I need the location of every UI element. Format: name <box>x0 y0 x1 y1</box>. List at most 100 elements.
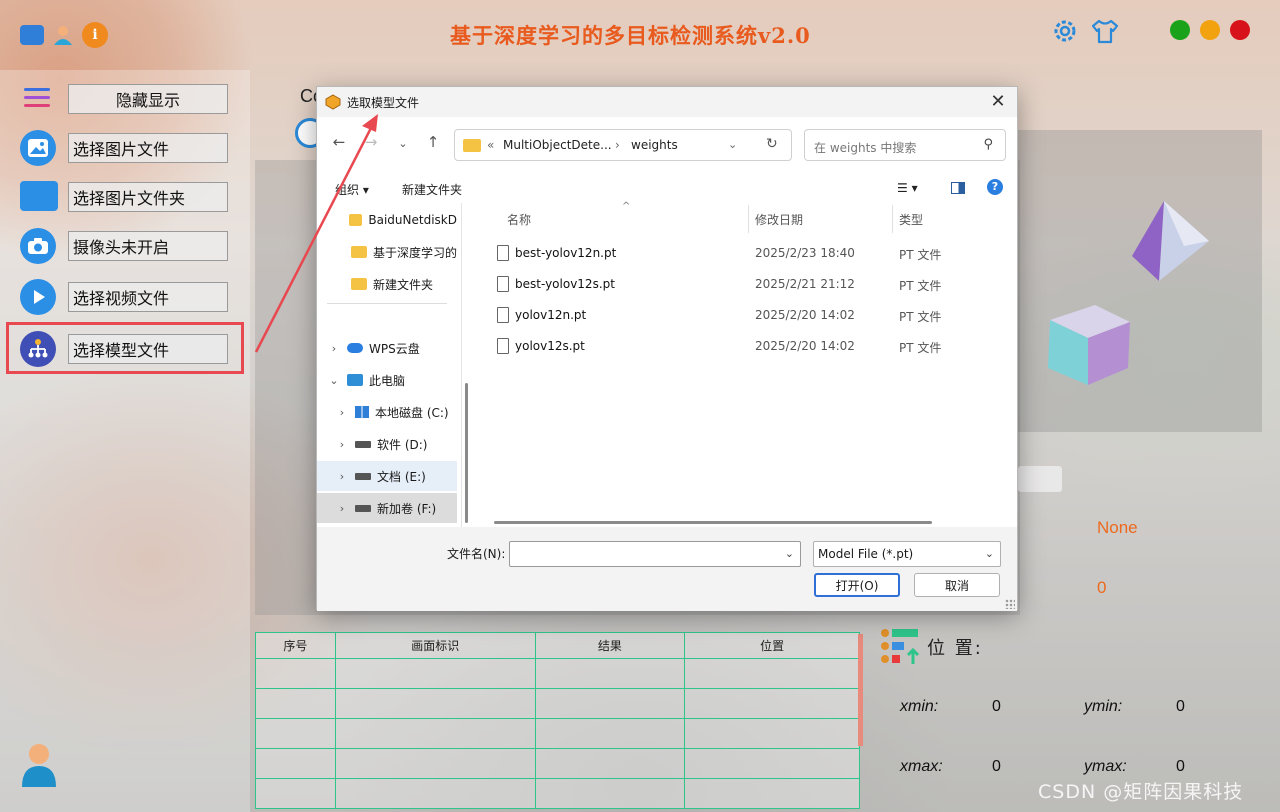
play-icon[interactable] <box>20 279 56 315</box>
chevron-right-icon[interactable]: › <box>335 502 349 515</box>
table-scrollbar[interactable] <box>858 634 863 746</box>
table-row[interactable] <box>255 718 860 749</box>
new-folder-button[interactable]: 新建文件夹 <box>402 181 462 198</box>
cancel-button[interactable]: 取消 <box>914 573 1000 597</box>
chevron-down-icon[interactable]: ⌄ <box>785 547 794 560</box>
chevron-right-icon[interactable]: › <box>327 342 341 355</box>
table-row[interactable] <box>255 748 860 779</box>
tree-item-this-pc[interactable]: ⌄ 此电脑 <box>317 365 457 395</box>
search-icon[interactable]: ⚲ <box>983 137 993 152</box>
navigation-scrollbar[interactable] <box>465 383 468 523</box>
camera-icon[interactable] <box>20 228 56 264</box>
forward-arrow-icon[interactable]: → <box>361 133 381 151</box>
result-table: 序号 画面标识 结果 位置 <box>255 632 865 809</box>
address-overflow[interactable]: « <box>487 138 494 152</box>
column-header-type[interactable]: 类型 <box>899 211 923 228</box>
avatar[interactable] <box>20 742 58 788</box>
column-separator[interactable] <box>892 205 893 233</box>
class-value: None <box>1097 518 1138 537</box>
tree-item-drive-e[interactable]: › 文档 (E:) <box>317 461 457 491</box>
file-name: yolov12s.pt <box>515 339 585 353</box>
column-header-name[interactable]: 名称 <box>507 211 531 228</box>
file-row[interactable]: yolov12n.pt 2025/2/20 14:02 PT 文件 <box>497 303 997 329</box>
drive-icon <box>355 472 371 480</box>
select-image-folder-button[interactable]: 选择图片文件夹 <box>68 182 228 212</box>
file-row[interactable]: best-yolov12n.pt 2025/2/23 18:40 PT 文件 <box>497 241 997 267</box>
folder-icon[interactable] <box>20 181 58 211</box>
menu-icon[interactable] <box>24 88 52 112</box>
dialog-titlebar[interactable]: 选取模型文件 ✕ <box>317 87 1017 117</box>
dialog-close-icon[interactable]: ✕ <box>987 91 1009 113</box>
back-arrow-icon[interactable]: ← <box>329 133 349 151</box>
refresh-icon[interactable]: ↻ <box>766 136 778 152</box>
dialog-app-icon <box>325 94 341 110</box>
table-cell <box>334 748 536 779</box>
table-row[interactable] <box>255 778 860 809</box>
tree-item-baidunetdisk[interactable]: BaiduNetdiskD <box>317 205 457 235</box>
file-icon <box>497 307 509 323</box>
chevron-right-icon[interactable]: › <box>335 406 349 419</box>
right-input-field[interactable] <box>1018 466 1062 492</box>
file-icon <box>497 245 509 261</box>
camera-toggle-button[interactable]: 摄像头未开启 <box>68 231 228 261</box>
table-cell <box>534 778 686 809</box>
chevron-down-icon[interactable]: ⌄ <box>985 547 994 560</box>
column-header-date[interactable]: 修改日期 <box>755 211 803 228</box>
chevron-right-icon[interactable]: › <box>335 438 349 451</box>
cube-icon <box>1040 300 1135 390</box>
table-row[interactable] <box>255 658 860 689</box>
file-row[interactable]: yolov12s.pt 2025/2/20 14:02 PT 文件 <box>497 334 997 360</box>
address-dropdown-icon[interactable]: ⌄ <box>728 138 737 151</box>
col-header-index[interactable]: 序号 <box>255 632 336 659</box>
filename-input[interactable]: ⌄ <box>509 541 801 567</box>
user-icon[interactable] <box>50 22 76 48</box>
top-left-icons: i <box>20 22 108 48</box>
up-arrow-icon[interactable]: ↑ <box>423 133 443 151</box>
minimize-button[interactable] <box>1200 20 1220 40</box>
tree-item-new-folder[interactable]: 新建文件夹 <box>317 269 457 299</box>
table-cell <box>255 778 336 809</box>
xmax-value: 0 <box>992 758 1001 775</box>
tree-item-drive-c[interactable]: › 本地磁盘 (C:) <box>317 397 457 427</box>
resize-grip[interactable] <box>1005 599 1015 609</box>
chevron-right-icon[interactable]: › <box>335 470 349 483</box>
chevron-down-icon[interactable]: ⌄ <box>327 374 341 387</box>
search-input[interactable]: 在 weights 中搜索 ⚲ <box>804 129 1006 161</box>
filename-label: 文件名(N): <box>447 547 506 561</box>
file-row[interactable]: best-yolov12s.pt 2025/2/21 21:12 PT 文件 <box>497 272 997 298</box>
tree-item-drive-f[interactable]: › 新加卷 (F:) <box>317 493 457 523</box>
col-header-result[interactable]: 结果 <box>534 632 686 659</box>
theme-shirt-icon[interactable] <box>1090 16 1120 46</box>
recent-chevron-icon[interactable]: ⌄ <box>393 137 413 150</box>
maximize-button[interactable] <box>1170 20 1190 40</box>
image-icon[interactable] <box>20 130 56 166</box>
column-separator[interactable] <box>748 205 749 233</box>
address-segment-parent[interactable]: MultiObjectDete... <box>503 138 612 152</box>
tree-item-label: 本地磁盘 (C:) <box>375 405 449 420</box>
tree-item-project-folder[interactable]: 基于深度学习的 <box>317 237 457 267</box>
organize-menu[interactable]: 组织 ▾ <box>335 181 369 198</box>
col-header-position[interactable]: 位置 <box>684 632 860 659</box>
select-video-file-button[interactable]: 选择视频文件 <box>68 282 228 312</box>
toggle-display-button[interactable]: 隐藏显示 <box>68 84 228 114</box>
file-type: PT 文件 <box>899 279 942 293</box>
folder-icon <box>351 278 367 290</box>
cloud-icon <box>347 343 363 353</box>
view-options-icon[interactable]: ☰ ▾ <box>897 181 918 195</box>
info-icon[interactable]: i <box>82 22 108 48</box>
tree-item-wps-cloud[interactable]: › WPS云盘 <box>317 333 457 363</box>
settings-gear-icon[interactable] <box>1050 16 1080 46</box>
open-button[interactable]: 打开(O) <box>814 573 900 597</box>
select-image-file-button[interactable]: 选择图片文件 <box>68 133 228 163</box>
help-icon[interactable]: ? <box>987 179 1003 195</box>
address-bar[interactable]: « MultiObjectDete... › weights ⌄ ↻ <box>454 129 792 161</box>
folder-icon[interactable] <box>20 25 44 45</box>
file-list-scrollbar[interactable] <box>494 521 932 524</box>
table-row[interactable] <box>255 688 860 719</box>
file-type-filter-select[interactable]: Model File (*.pt) ⌄ <box>813 541 1001 567</box>
tree-item-drive-d[interactable]: › 软件 (D:) <box>317 429 457 459</box>
address-segment-current[interactable]: weights <box>631 138 678 152</box>
preview-pane-icon[interactable] <box>951 182 965 194</box>
close-window-button[interactable] <box>1230 20 1250 40</box>
col-header-frame-id[interactable]: 画面标识 <box>334 632 536 659</box>
